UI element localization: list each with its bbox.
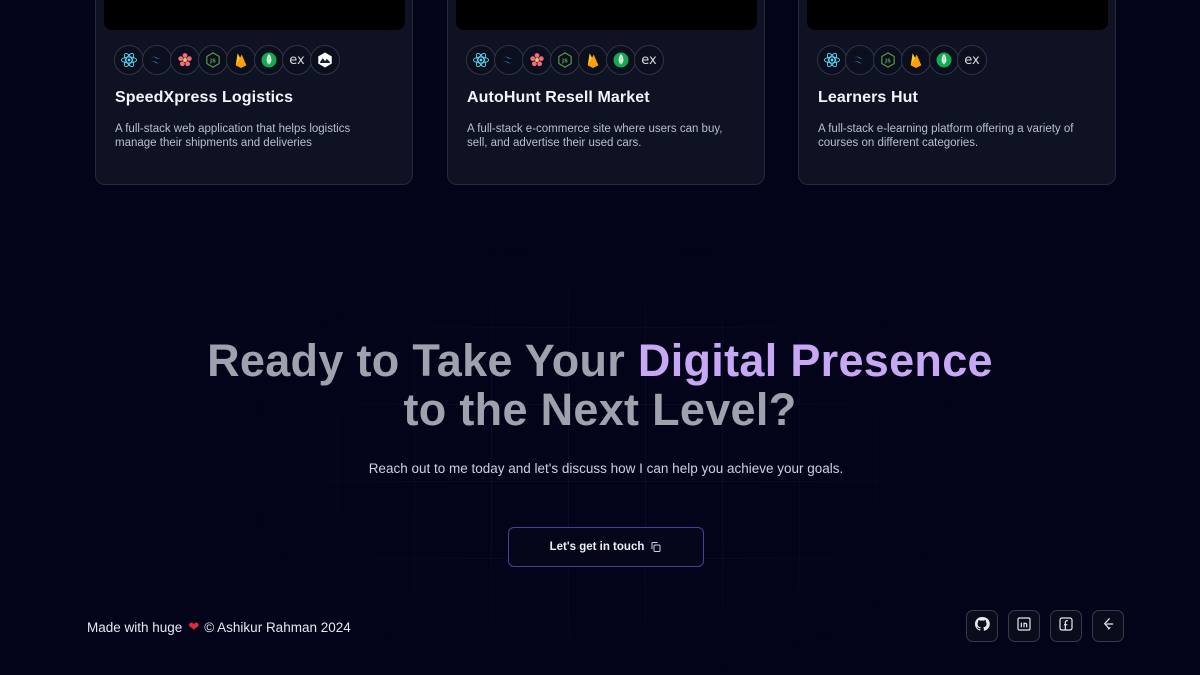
facebook-icon: [1058, 616, 1074, 637]
project-title: AutoHunt Resell Market: [467, 89, 650, 106]
tailwind-icon: [845, 45, 875, 75]
nodejs-icon: JS: [550, 45, 580, 75]
footer-copyright: © Ashikur Rahman 2024: [204, 619, 351, 635]
linkedin-icon: [1016, 616, 1032, 637]
project-card-speedxpress[interactable]: JS ex SpeedXpress Logistics A full-stack…: [95, 0, 413, 185]
heart-icon: ❤: [188, 619, 200, 634]
project-title: SpeedXpress Logistics: [115, 89, 294, 106]
tailwind-icon: [494, 45, 524, 75]
mongodb-icon: [929, 45, 959, 75]
footer-made-with: Made with huge: [87, 619, 183, 635]
react-icon: [466, 45, 496, 75]
project-card-autohunt[interactable]: JS ex AutoHunt Resell Market A full-stac…: [447, 0, 765, 185]
tech-stack-icons: JS ex: [114, 45, 340, 75]
project-thumbnail: [456, 0, 757, 30]
tech-stack-icons: JS ex: [466, 45, 664, 75]
copy-icon: [650, 541, 662, 553]
get-in-touch-button[interactable]: Let's get in touch: [508, 527, 704, 567]
tech-stack-icons: JS ex: [817, 45, 987, 75]
project-description: A full-stack e-learning platform offerin…: [818, 123, 1074, 149]
react-icon: [817, 45, 847, 75]
github-link[interactable]: [966, 610, 998, 642]
nodejs-icon: JS: [873, 45, 903, 75]
facebook-link[interactable]: [1050, 610, 1082, 642]
mongodb-icon: [254, 45, 284, 75]
express-icon: ex: [634, 45, 664, 75]
express-icon: ex: [957, 45, 987, 75]
project-card-learners-hut[interactable]: JS ex Learners Hut A full-stack e-learni…: [798, 0, 1116, 185]
cta-heading-accent: Digital Presence: [637, 335, 993, 386]
svg-text:JS: JS: [561, 59, 568, 65]
firebase-icon: [901, 45, 931, 75]
firebase-icon: [578, 45, 608, 75]
tailwind-icon: [142, 45, 172, 75]
express-icon: ex: [282, 45, 312, 75]
nodejs-icon: JS: [198, 45, 228, 75]
social-links: [966, 610, 1134, 642]
project-description: A full-stack web application that helps …: [115, 123, 351, 149]
project-title: Learners Hut: [818, 89, 918, 106]
react-icon: [114, 45, 144, 75]
footer-credit: Made with huge ❤ © Ashikur Rahman 2024: [87, 619, 351, 635]
get-in-touch-label: Let's get in touch: [549, 541, 645, 553]
cta-subtitle: Reach out to me today and let's discuss …: [368, 461, 844, 476]
leetcode-link[interactable]: [1092, 610, 1124, 642]
project-thumbnail: [807, 0, 1108, 30]
project-thumbnail: [104, 0, 405, 30]
linkedin-link[interactable]: [1008, 610, 1040, 642]
cta-heading-part1: Ready to Take Your: [207, 335, 638, 386]
cta-heading-part2: to the Next Level?: [403, 384, 797, 435]
svg-text:JS: JS: [209, 59, 216, 65]
redux-saga-icon: [522, 45, 552, 75]
mongodb-icon: [606, 45, 636, 75]
leetcode-icon: [1100, 616, 1116, 637]
github-icon: [974, 616, 990, 637]
project-description: A full-stack e-commerce site where users…: [467, 123, 723, 149]
mui-icon: [310, 45, 340, 75]
redux-saga-icon: [170, 45, 200, 75]
svg-text:JS: JS: [884, 59, 891, 65]
cta-heading: Ready to Take Your Digital Presence to t…: [0, 336, 1200, 434]
firebase-icon: [226, 45, 256, 75]
